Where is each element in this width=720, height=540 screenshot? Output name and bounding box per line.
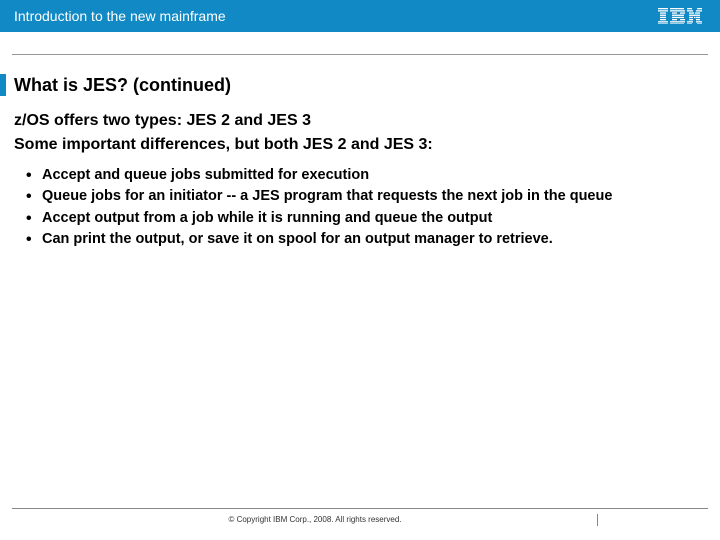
title-accent-bar bbox=[0, 74, 6, 96]
bullet-item: Accept output from a job while it is run… bbox=[42, 208, 696, 230]
bullet-item: Accept and queue jobs submitted for exec… bbox=[42, 165, 696, 187]
header-title: Introduction to the new mainframe bbox=[14, 8, 226, 24]
bullet-list: Accept and queue jobs submitted for exec… bbox=[14, 159, 696, 251]
footer-separator bbox=[597, 514, 598, 526]
footer-divider bbox=[12, 508, 708, 509]
intro-line: z/OS offers two types: JES 2 and JES 3 bbox=[14, 110, 696, 132]
bullet-item: Queue jobs for an initiator -- a JES pro… bbox=[42, 186, 696, 208]
intro-line: Some important differences, but both JES… bbox=[14, 134, 696, 156]
slide-title: What is JES? (continued) bbox=[14, 75, 231, 96]
slide-content: What is JES? (continued) z/OS offers two… bbox=[0, 32, 720, 251]
header-bar: Introduction to the new mainframe bbox=[0, 0, 720, 32]
divider bbox=[12, 54, 708, 55]
footer-copyright: © Copyright IBM Corp., 2008. All rights … bbox=[12, 515, 708, 524]
slide-title-row: What is JES? (continued) bbox=[0, 74, 720, 96]
bullet-item: Can print the output, or save it on spoo… bbox=[42, 229, 696, 251]
ibm-logo-icon bbox=[658, 8, 702, 24]
slide-body: z/OS offers two types: JES 2 and JES 3 S… bbox=[0, 110, 720, 251]
footer: © Copyright IBM Corp., 2008. All rights … bbox=[12, 508, 708, 524]
